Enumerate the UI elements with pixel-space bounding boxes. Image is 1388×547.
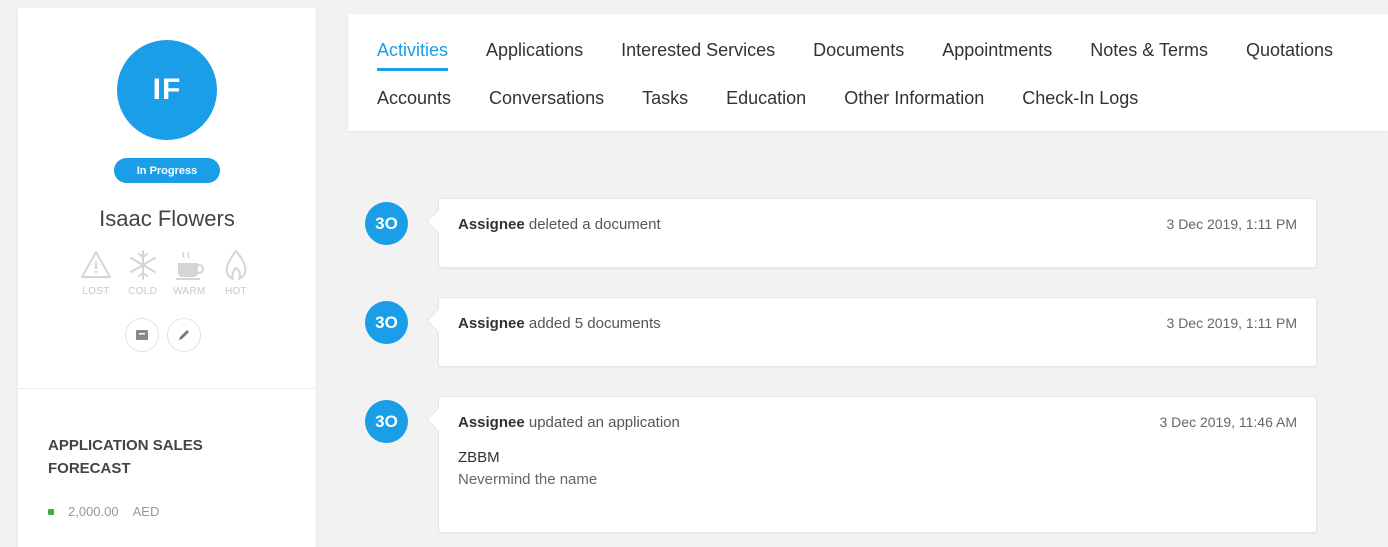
- activity-timestamp: 3 Dec 2019, 1:11 PM: [1166, 216, 1297, 232]
- activity-avatar: 3O: [365, 301, 408, 344]
- forecast-amount: 2,000.00: [68, 504, 119, 519]
- snowflake-icon: [129, 250, 156, 280]
- tab-tasks[interactable]: Tasks: [642, 88, 688, 119]
- tab-row-secondary: Accounts Conversations Tasks Education O…: [377, 88, 1138, 119]
- forecast-value: 2,000.00 AED: [48, 504, 159, 519]
- activity-actor: Assignee: [458, 216, 525, 233]
- forecast-status-dot: [48, 508, 54, 515]
- contact-avatar: IF: [117, 40, 217, 140]
- lead-temperature-selector: LOST COLD WARM HOT: [76, 248, 256, 297]
- forecast-title: APPLICATION SALES FORECAST: [48, 437, 203, 477]
- tab-activities[interactable]: Activities: [377, 40, 449, 71]
- activity-timestamp: 3 Dec 2019, 1:11 PM: [1166, 315, 1297, 331]
- archive-icon: [136, 330, 148, 340]
- tab-conversations[interactable]: Conversations: [489, 88, 604, 119]
- activity-action: updated an application: [528, 414, 680, 431]
- activity-card: Assignee updated an application 3 Dec 20…: [438, 396, 1317, 533]
- tab-accounts[interactable]: Accounts: [377, 88, 451, 119]
- tab-row-primary: Activities Applications Interested Servi…: [377, 40, 1333, 71]
- edit-icon: [179, 330, 189, 340]
- temperature-label: COLD: [128, 286, 158, 297]
- activity-detail-title: ZBBM: [458, 449, 500, 466]
- edit-button[interactable]: [167, 318, 201, 352]
- profile-actions: [125, 318, 201, 352]
- tab-documents[interactable]: Documents: [813, 40, 904, 71]
- status-badge[interactable]: In Progress: [114, 158, 220, 183]
- contact-name: Isaac Flowers: [99, 206, 235, 231]
- tab-quotations[interactable]: Quotations: [1246, 40, 1333, 71]
- activity-card: Assignee added 5 documents 3 Dec 2019, 1…: [438, 297, 1317, 367]
- activity-actor: Assignee: [458, 315, 525, 332]
- tab-other-information[interactable]: Other Information: [844, 88, 984, 119]
- temperature-label: LOST: [82, 286, 110, 297]
- activity-text: Assignee deleted a document: [458, 216, 661, 233]
- flame-icon: [225, 250, 247, 280]
- tab-interested-services[interactable]: Interested Services: [621, 40, 775, 71]
- forecast-currency: AED: [132, 504, 160, 519]
- warning-icon: [81, 251, 111, 278]
- activity-actor: Assignee: [458, 414, 525, 431]
- activity-action: deleted a document: [528, 216, 661, 233]
- tab-applications[interactable]: Applications: [486, 40, 583, 71]
- tab-appointments[interactable]: Appointments: [942, 40, 1052, 71]
- activity-timestamp: 3 Dec 2019, 11:46 AM: [1159, 414, 1298, 430]
- activity-avatar: 3O: [365, 400, 408, 443]
- activity-detail-body: Nevermind the name: [458, 471, 598, 488]
- archive-button[interactable]: [125, 318, 159, 352]
- tab-notes-terms[interactable]: Notes & Terms: [1090, 40, 1208, 71]
- activity-text: Assignee updated an application: [458, 414, 680, 431]
- temperature-label: WARM: [173, 286, 206, 297]
- tab-check-in-logs[interactable]: Check-In Logs: [1022, 88, 1138, 119]
- contact-profile-panel: IF In Progress Isaac Flowers LOST COLD W…: [18, 8, 316, 547]
- activity-action: added 5 documents: [528, 315, 661, 332]
- temperature-lost[interactable]: LOST: [76, 248, 116, 297]
- tab-education[interactable]: Education: [726, 88, 806, 119]
- coffee-cup-icon: [176, 251, 205, 280]
- temperature-warm[interactable]: WARM: [169, 248, 209, 297]
- temperature-cold[interactable]: COLD: [123, 248, 163, 297]
- activity-text: Assignee added 5 documents: [458, 315, 661, 332]
- tab-navigation: Activities Applications Interested Servi…: [348, 14, 1388, 131]
- activity-avatar: 3O: [365, 202, 408, 245]
- temperature-hot[interactable]: HOT: [216, 248, 256, 297]
- panel-divider: [18, 388, 316, 389]
- activity-card: Assignee deleted a document 3 Dec 2019, …: [438, 198, 1317, 268]
- temperature-label: HOT: [224, 286, 247, 297]
